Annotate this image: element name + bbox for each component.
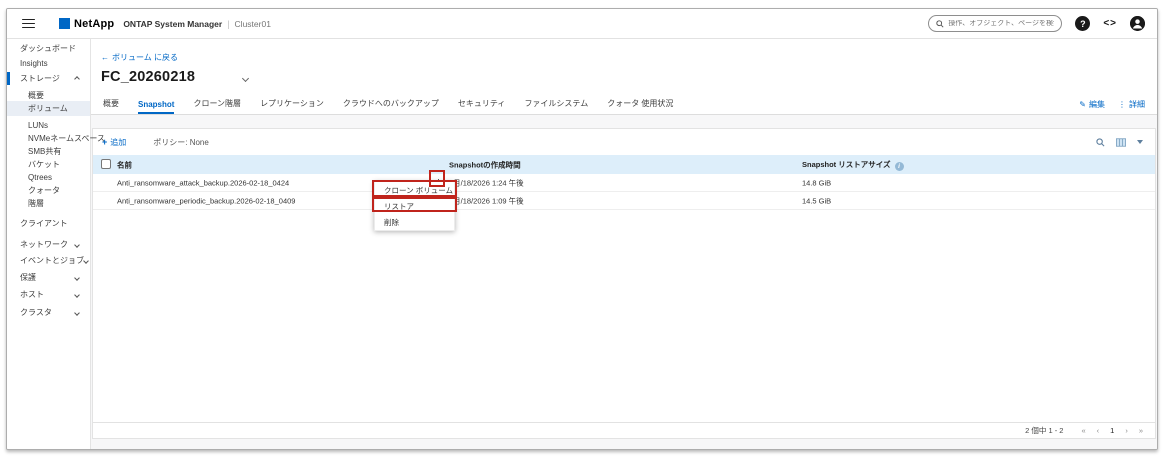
snapshot-restore-size: 14.8 GiB <box>802 178 831 187</box>
chevron-down-icon <box>83 258 89 264</box>
last-page-button[interactable]: » <box>1139 426 1143 435</box>
tab-overview[interactable]: 概要 <box>103 98 119 114</box>
back-arrow-icon: ← <box>101 53 109 62</box>
tab-snapshot[interactable]: Snapshot <box>138 100 174 114</box>
current-page[interactable]: 1 <box>1110 426 1114 435</box>
column-header-restore-size[interactable]: Snapshot リストアサイズi <box>802 159 904 171</box>
netapp-logo-icon <box>59 18 70 29</box>
table-footer: 2 個中 1 - 2 « ‹ 1 › » <box>93 422 1155 438</box>
top-bar: NetApp ONTAP System Manager | Cluster01 … <box>7 9 1157 39</box>
row-count: 2 個中 1 - 2 <box>1025 425 1063 436</box>
tab-security[interactable]: セキュリティ <box>458 98 506 114</box>
row-context-menu: クローン ボリューム リストア 削除 <box>374 181 455 231</box>
info-icon[interactable]: i <box>895 162 904 171</box>
chevron-down-icon <box>74 275 80 281</box>
table-tools <box>1096 138 1143 147</box>
global-search[interactable] <box>928 15 1062 32</box>
search-icon <box>936 20 944 28</box>
product-title: ONTAP System Manager <box>123 19 222 29</box>
sidebar-item-protection[interactable]: 保護 <box>7 271 90 284</box>
sidebar-item-tiers[interactable]: 階層 <box>7 197 90 210</box>
policy-selector[interactable]: ポリシー: None <box>153 137 209 148</box>
snapshot-name: Anti_ransomware_attack_backup.2026-02-18… <box>117 178 289 187</box>
menu-item-clone-volume[interactable]: クローン ボリューム <box>375 182 454 198</box>
sidebar-item-quotas[interactable]: クォータ <box>7 184 90 197</box>
tab-file-system[interactable]: ファイルシステム <box>524 98 588 114</box>
snapshot-created: 2月/18/2026 1:09 午後 <box>449 195 524 206</box>
netapp-brand: NetApp <box>59 18 114 30</box>
sidebar-item-qtrees[interactable]: Qtrees <box>7 171 90 184</box>
sidebar-item-buckets[interactable]: バケット <box>7 158 90 171</box>
chevron-down-icon <box>74 292 80 298</box>
add-snapshot-button[interactable]: + 追加 <box>102 137 126 148</box>
app-window: NetApp ONTAP System Manager | Cluster01 … <box>6 8 1158 450</box>
breadcrumb-back-link[interactable]: ← ボリューム に戻る <box>101 52 178 63</box>
sidebar-item-insights[interactable]: Insights <box>7 57 90 70</box>
snapshot-table-card: + 追加 ポリシー: None <box>92 128 1156 439</box>
cluster-name: Cluster01 <box>235 19 271 29</box>
page-title-row: FC_20260218 <box>101 68 248 86</box>
tab-bar: 概要 Snapshot クローン階層 レプリケーション クラウドへのバックアップ… <box>91 95 1157 115</box>
table-search-icon[interactable] <box>1096 138 1105 147</box>
page-title: FC_20260218 <box>101 69 195 85</box>
column-header-created[interactable]: Snapshotの作成時間 <box>449 159 521 170</box>
hamburger-menu-icon[interactable] <box>22 19 35 29</box>
tab-replication[interactable]: レプリケーション <box>260 98 324 114</box>
sidebar-item-smb-shares[interactable]: SMB共有 <box>7 145 90 158</box>
more-button[interactable]: ⋮ 詳細 <box>1118 99 1145 110</box>
sidebar-item-nvme-namespaces[interactable]: NVMeネームスペース <box>7 132 90 145</box>
title-dropdown[interactable] <box>243 68 248 86</box>
sidebar-item-volumes[interactable]: ボリューム <box>7 101 90 116</box>
table-row[interactable]: Anti_ransomware_periodic_backup.2026-02-… <box>93 192 1155 210</box>
page-actions: ✎ 編集 ⋮ 詳細 <box>1079 99 1145 110</box>
tab-backup-to-cloud[interactable]: クラウドへのバックアップ <box>343 98 439 114</box>
user-avatar-icon[interactable] <box>1130 16 1145 31</box>
title-divider: | <box>227 19 229 29</box>
sidebar-nav: ダッシュボード Insights ストレージ 概要 ボリューム LUNs NVM… <box>7 39 91 449</box>
kebab-icon: ⋮ <box>1118 100 1126 109</box>
brand-name: NetApp <box>74 18 114 30</box>
search-input[interactable] <box>948 20 1054 27</box>
menu-item-restore[interactable]: リストア <box>375 198 454 214</box>
snapshot-name: Anti_ransomware_periodic_backup.2026-02-… <box>117 196 295 205</box>
sidebar-item-client[interactable]: クライアント <box>7 217 90 230</box>
select-all-checkbox[interactable] <box>101 159 111 169</box>
snapshot-restore-size: 14.5 GiB <box>802 196 831 205</box>
tab-quota-usage[interactable]: クォータ 使用状況 <box>607 98 673 114</box>
tab-clone-hierarchy[interactable]: クローン階層 <box>193 98 241 114</box>
sidebar-item-events-jobs[interactable]: イベントとジョブ <box>7 254 90 267</box>
column-settings-icon[interactable] <box>1116 138 1126 147</box>
prev-page-button[interactable]: ‹ <box>1097 426 1100 435</box>
main-area: ← ボリューム に戻る FC_20260218 概要 Snapshot クローン… <box>91 39 1157 449</box>
first-page-button[interactable]: « <box>1081 426 1085 435</box>
pagination: « ‹ 1 › » <box>1081 426 1143 435</box>
table-header: 名前 Snapshotの作成時間 Snapshot リストアサイズi <box>93 155 1155 174</box>
chevron-down-icon <box>74 310 80 316</box>
sidebar-item-storage[interactable]: ストレージ <box>7 72 90 85</box>
sidebar-item-network[interactable]: ネットワーク <box>7 238 90 251</box>
edit-button[interactable]: ✎ 編集 <box>1079 99 1105 110</box>
chevron-up-icon <box>74 76 80 82</box>
code-api-icon[interactable]: <> <box>1103 18 1117 29</box>
sidebar-item-dashboard[interactable]: ダッシュボード <box>7 42 90 55</box>
help-icon[interactable]: ? <box>1075 16 1090 31</box>
sidebar-item-luns[interactable]: LUNs <box>7 119 90 132</box>
chevron-down-icon <box>74 242 80 248</box>
content-area: + 追加 ポリシー: None <box>91 115 1157 449</box>
snapshot-created: 2月/18/2026 1:24 午後 <box>449 177 524 188</box>
table-row[interactable]: Anti_ransomware_attack_backup.2026-02-18… <box>93 174 1155 192</box>
table-toolbar: + 追加 ポリシー: None <box>93 129 1155 155</box>
pencil-icon: ✎ <box>1079 100 1086 109</box>
sidebar-item-cluster[interactable]: クラスタ <box>7 306 90 319</box>
topbar-actions: ? <> <box>928 15 1145 32</box>
column-header-name[interactable]: 名前 <box>117 159 132 170</box>
menu-item-delete[interactable]: 削除 <box>375 214 454 230</box>
chevron-down-icon <box>242 75 249 82</box>
sidebar-item-hosts[interactable]: ホスト <box>7 288 90 301</box>
filter-caret-icon[interactable] <box>1137 140 1143 144</box>
next-page-button[interactable]: › <box>1125 426 1128 435</box>
